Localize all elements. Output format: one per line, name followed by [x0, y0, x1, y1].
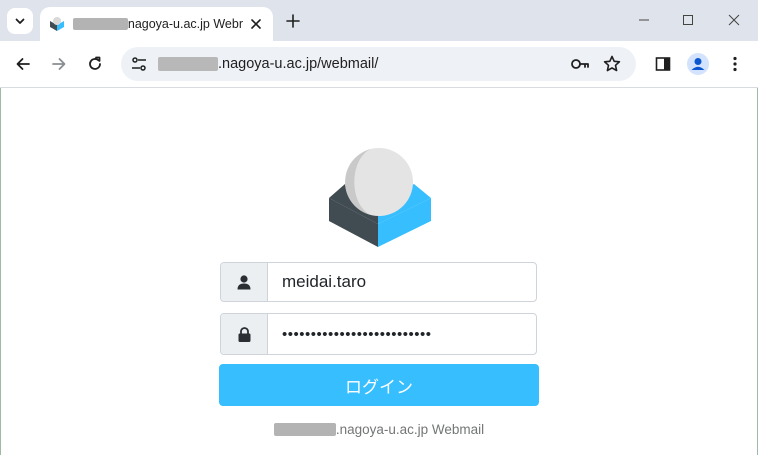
roundcube-logo [329, 148, 431, 247]
redacted-host [73, 18, 128, 30]
tab-title-text: nagoya-u.ac.jp Webr [127, 17, 243, 31]
password-key-icon[interactable] [570, 55, 590, 73]
menu-icon[interactable] [724, 53, 746, 75]
lock-icon [221, 314, 268, 354]
url-text[interactable]: .nagoya-u.ac.jp/webmail/ [158, 47, 378, 81]
tab-search-button[interactable] [7, 8, 33, 34]
new-tab-icon[interactable] [283, 11, 303, 31]
profile-icon[interactable] [687, 53, 709, 75]
window-border [0, 88, 1, 455]
chevron-down-icon [15, 18, 25, 24]
footer: .nagoya-u.ac.jp Webmail [0, 422, 758, 437]
tab-title: nagoya-u.ac.jp Webr [73, 17, 243, 31]
window-close-icon[interactable] [719, 6, 749, 34]
close-icon[interactable] [248, 16, 264, 32]
tab-bar: nagoya-u.ac.jp Webr [0, 0, 758, 41]
login-button[interactable]: ログイン [219, 364, 539, 406]
maximize-icon[interactable] [673, 6, 703, 34]
username-input[interactable]: meidai.taro [268, 263, 536, 301]
user-icon [221, 263, 268, 301]
password-field[interactable]: •••••••••••••••••••••••••• [220, 313, 537, 355]
minimize-icon[interactable] [629, 6, 659, 34]
username-field[interactable]: meidai.taro [220, 262, 537, 302]
redacted-host [273, 423, 336, 436]
reload-icon[interactable] [82, 51, 108, 77]
side-panel-icon[interactable] [652, 53, 674, 75]
url-path: .nagoya-u.ac.jp/webmail/ [218, 56, 379, 72]
address-bar[interactable]: .nagoya-u.ac.jp/webmail/ [121, 47, 636, 81]
browser-toolbar: .nagoya-u.ac.jp/webmail/ [0, 41, 758, 88]
footer-text: .nagoya-u.ac.jp Webmail [335, 422, 485, 437]
back-icon[interactable] [10, 51, 36, 77]
roundcube-favicon [49, 16, 65, 32]
redacted-host [158, 57, 218, 71]
password-input[interactable]: •••••••••••••••••••••••••• [268, 314, 536, 354]
forward-icon[interactable] [46, 51, 72, 77]
bookmark-star-icon[interactable] [603, 55, 621, 73]
browser-tab[interactable]: nagoya-u.ac.jp Webr [40, 7, 273, 41]
site-settings-icon[interactable] [131, 56, 147, 72]
